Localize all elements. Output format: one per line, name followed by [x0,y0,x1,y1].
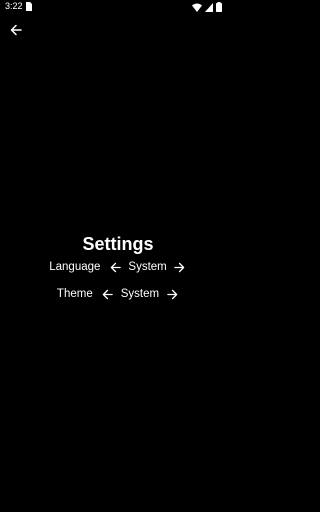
arrow-right-icon [174,262,185,272]
theme-next-button[interactable] [165,287,179,301]
theme-value: System [120,288,160,300]
back-button[interactable] [7,21,25,39]
language-previous-button[interactable] [108,260,122,274]
battery-icon [216,2,222,12]
theme-setting-row: Theme System [0,286,236,302]
language-label: Language [49,261,101,273]
status-bar: 3:22 [0,0,236,14]
signal-icon [205,2,213,12]
wifi-icon [192,3,202,12]
theme-previous-button[interactable] [101,287,115,301]
language-next-button[interactable] [173,260,187,274]
language-setting-row: Language System [0,259,236,275]
language-value: System [128,261,167,273]
page-title: Settings [82,234,154,254]
sim-icon [26,2,32,11]
status-icons [192,2,222,12]
status-time: 3:22 [5,1,23,11]
arrow-left-icon [110,262,121,272]
arrow-left-icon [102,289,113,299]
arrow-left-icon [10,24,22,36]
settings-panel: Settings Language System Theme System [0,232,236,302]
theme-label: Theme [56,288,93,300]
arrow-right-icon [166,289,177,299]
